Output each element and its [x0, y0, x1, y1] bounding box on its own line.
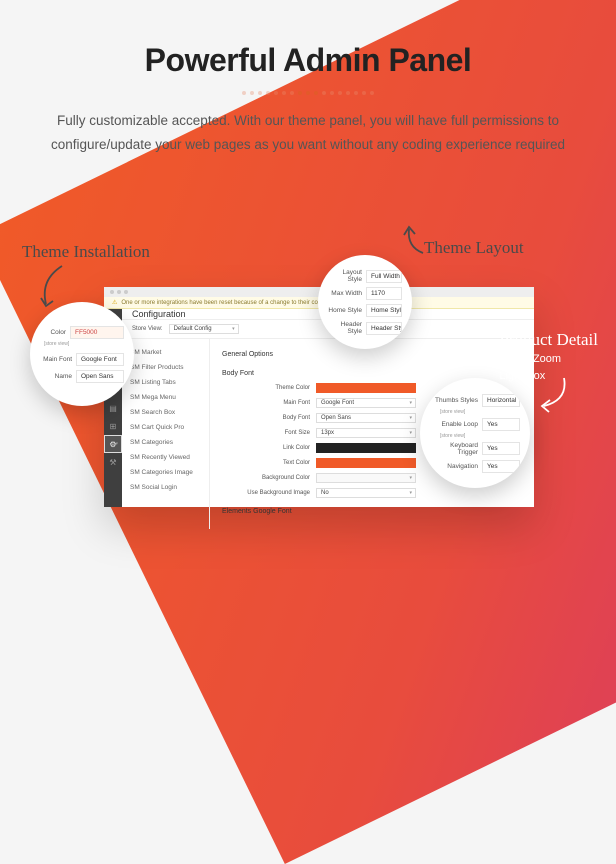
arrow-icon — [32, 262, 72, 312]
home-style-label: Home Style — [328, 307, 362, 314]
enable-loop-select[interactable]: Yes — [482, 418, 520, 431]
max-width-input[interactable]: 1170 — [366, 287, 402, 300]
section-general: General Options — [222, 351, 522, 358]
divider-dots — [40, 91, 576, 95]
layout-style-select[interactable]: Full Width — [366, 270, 402, 283]
font-name-label: Name — [40, 373, 72, 380]
home-style-select[interactable]: Home Style 1 — [366, 304, 402, 317]
enable-loop-label: Enable Loop — [430, 421, 478, 428]
section-body-font: Body Font — [222, 370, 522, 377]
text-color-swatch[interactable] — [316, 458, 416, 468]
section-google-font: Elements Google Font — [222, 508, 522, 515]
main-font-select[interactable]: Google Font — [76, 353, 124, 366]
page-description: Fully customizable accepted. With our th… — [48, 109, 568, 156]
color-input[interactable]: FF5000 — [70, 326, 124, 339]
keyboard-trigger-select[interactable]: Yes — [482, 442, 520, 455]
nav-item[interactable]: SM Filter Products — [122, 360, 209, 375]
text-color-label: Text Color — [222, 460, 310, 466]
config-nav: SM Market SM Filter Products SM Listing … — [122, 339, 210, 529]
content-icon[interactable]: ▤ — [104, 399, 122, 417]
bg-color-field[interactable] — [316, 473, 416, 483]
layout-style-label: Layout Style — [328, 269, 362, 283]
thumbs-styles-label: Thumbs Styles — [430, 397, 478, 404]
scope-label: Store View: — [132, 326, 163, 332]
color-label: Color — [40, 329, 66, 336]
nav-item[interactable]: SM Mega Menu — [122, 390, 209, 405]
arrow-icon — [536, 374, 572, 414]
zoom-theme-layout: Layout Style Full Width Max Width 1170 Hom… — [318, 255, 412, 349]
main-font-label: Main Font — [40, 356, 72, 363]
theme-color-label: Theme Color — [222, 385, 310, 391]
link-color-label: Link Color — [222, 445, 310, 451]
bg-color-label: Background Color — [222, 475, 310, 481]
zoom-product-detail: Thumbs Styles Horizontal [store view] Ena… — [420, 378, 530, 488]
bg-image-label: Use Background Image — [222, 490, 310, 496]
body-font-label: Body Font — [222, 415, 310, 421]
nav-item[interactable]: SM Listing Tabs — [122, 375, 209, 390]
nav-item[interactable]: SM Search Box — [122, 405, 209, 420]
nav-item[interactable]: SM Categories — [122, 435, 209, 450]
callout-theme-installation: Theme Installation — [22, 242, 150, 262]
store-view-scope: [store view] — [430, 433, 520, 439]
navigation-select[interactable]: Yes — [482, 460, 520, 473]
main-font-select[interactable]: Google Font — [316, 398, 416, 408]
body-font-select[interactable]: Open Sans — [316, 413, 416, 423]
arrow-icon — [399, 225, 429, 259]
store-view-scope: [store view] — [40, 341, 124, 347]
navigation-label: Navigation — [430, 463, 478, 470]
store-view-scope: [store view] — [430, 409, 520, 415]
link-color-swatch[interactable] — [316, 443, 416, 453]
callout-product-detail-title: Product Detail — [499, 330, 598, 350]
zoom-theme-installation: Color FF5000 [store view] Main Font Google… — [30, 302, 134, 406]
bg-image-select[interactable]: No — [316, 488, 416, 498]
theme-color-swatch[interactable] — [316, 383, 416, 393]
stores-icon[interactable]: ⚙ — [104, 435, 122, 453]
keyboard-trigger-label: Keyboard Trigger — [430, 442, 478, 456]
nav-item[interactable]: SM Categories Image — [122, 465, 209, 480]
reports-icon[interactable]: ⊞ — [104, 417, 122, 435]
nav-item[interactable]: SM Cart Quick Pro — [122, 420, 209, 435]
font-size-select[interactable]: 13px — [316, 428, 416, 438]
scope-select[interactable]: Default Config — [169, 324, 239, 334]
thumbs-styles-select[interactable]: Horizontal — [482, 394, 520, 407]
font-name-select[interactable]: Open Sans — [76, 370, 124, 383]
callout-product-detail-sub1: Image Zoom — [499, 352, 598, 367]
font-size-label: Font Size — [222, 430, 310, 436]
main-font-label: Main Font — [222, 400, 310, 406]
nav-item[interactable]: SM Market — [122, 345, 209, 360]
header-style-select[interactable]: Header Style 1 — [366, 322, 402, 335]
callout-theme-layout: Theme Layout — [424, 238, 524, 258]
system-icon[interactable]: ⚒ — [104, 453, 122, 471]
nav-item[interactable]: SM Social Login — [122, 480, 209, 495]
header-style-label: Header Style — [328, 321, 362, 335]
nav-item[interactable]: SM Recently Viewed — [122, 450, 209, 465]
page-title: Powerful Admin Panel — [40, 42, 576, 79]
max-width-label: Max Width — [328, 290, 362, 297]
